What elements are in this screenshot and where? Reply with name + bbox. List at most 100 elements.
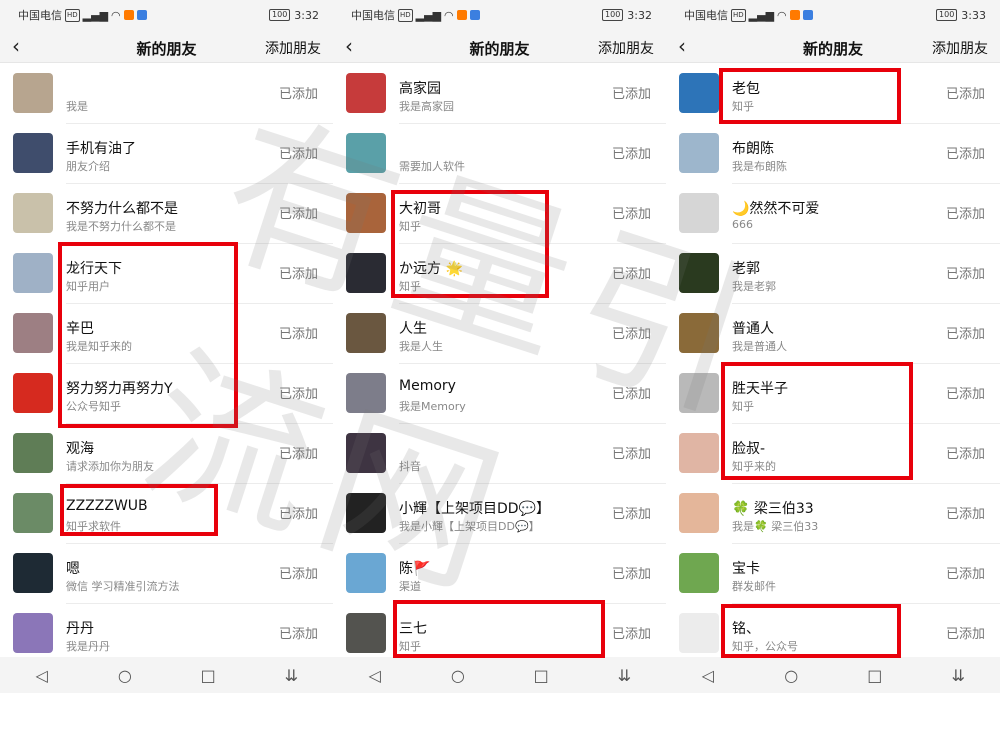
nav-recent-icon[interactable]: □ <box>860 666 890 685</box>
wifi-icon: ◠ <box>777 8 787 22</box>
friend-row[interactable]: 三七 知乎 已添加 <box>333 603 666 664</box>
added-status: 已添加 <box>278 386 318 402</box>
friend-name: 老郭 <box>732 260 760 277</box>
friend-row[interactable]: 高家园 我是高家园 已添加 <box>333 63 666 124</box>
added-status: 已添加 <box>611 86 651 102</box>
avatar <box>346 433 386 473</box>
friend-row[interactable]: 🍀 梁三伯33 我是🍀 梁三伯33 已添加 <box>666 483 1000 544</box>
added-status: 已添加 <box>278 266 318 282</box>
friend-row[interactable]: 陈🚩 渠道 已添加 <box>333 543 666 604</box>
nav-menu-icon[interactable]: ⇊ <box>276 666 306 685</box>
nav-back-icon[interactable]: ◁ <box>360 666 390 685</box>
friend-row[interactable]: 人生 我是人生 已添加 <box>333 303 666 364</box>
friend-row[interactable]: Memory 我是Memory 已添加 <box>333 363 666 424</box>
avatar <box>13 553 53 593</box>
friend-row[interactable]: 老郭 我是老郭 已添加 <box>666 243 1000 304</box>
avatar <box>346 493 386 533</box>
status-bar: 中国电信 HD ▂▄▆ ◠ 100 3:32 <box>0 0 333 30</box>
friend-row[interactable]: 丹丹 我是丹丹 已添加 <box>0 603 333 664</box>
friend-list: 高家园 我是高家园 已添加 需要加人软件 已添加 大初哥 知乎 已添加 か远方 🌟 知乎 已添… <box>333 63 666 664</box>
friend-message: 公众号知乎 <box>66 399 121 413</box>
friend-name: 铭、 <box>732 620 760 637</box>
friend-message: 群发邮件 <box>732 579 776 593</box>
android-nav-bar: ◁ ○ □ ⇊ <box>333 657 666 693</box>
nav-home-icon[interactable]: ○ <box>776 666 806 685</box>
nav-menu-icon[interactable]: ⇊ <box>609 666 639 685</box>
phone-screen-3: 中国电信 HD ▂▄▆ ◠ 100 3:33 ‹ 新的朋友 添加朋友 老包 知乎已… <box>666 0 1000 693</box>
friend-name: 大初哥 <box>399 200 441 217</box>
nav-recent-icon[interactable]: □ <box>193 666 223 685</box>
added-status: 已添加 <box>945 206 985 222</box>
status-bar: 中国电信 HD ▂▄▆ ◠ 100 3:33 <box>666 0 1000 30</box>
friend-row[interactable]: 努力努力再努力Y 公众号知乎 已添加 <box>0 363 333 424</box>
avatar <box>13 253 53 293</box>
avatar <box>346 373 386 413</box>
friend-message: 我是丹丹 <box>66 639 110 653</box>
app-notification-icon <box>789 10 800 20</box>
friend-row[interactable]: 不努力什么都不是 我是不努力什么都不是 已添加 <box>0 183 333 244</box>
friend-row[interactable]: 观海 请求添加你为朋友 已添加 <box>0 423 333 484</box>
add-friend-button[interactable]: 添加朋友 <box>598 38 654 58</box>
added-status: 已添加 <box>945 146 985 162</box>
added-status: 已添加 <box>611 326 651 342</box>
friend-message: 我是小輝【上架项目DD💬】 <box>399 519 540 533</box>
friend-message: 微信 学习精准引流方法 <box>66 579 180 593</box>
friend-row[interactable]: 龙行天下 知乎用户 已添加 <box>0 243 333 304</box>
friend-message: 我是人生 <box>399 339 443 353</box>
nav-back-icon[interactable]: ◁ <box>27 666 57 685</box>
android-nav-bar: ◁ ○ □ ⇊ <box>666 657 1000 693</box>
friend-row[interactable]: 辛巴 我是知乎来的 已添加 <box>0 303 333 364</box>
friend-message: 知乎求软件 <box>66 519 121 533</box>
friend-message: 需要加人软件 <box>399 159 465 173</box>
nav-home-icon[interactable]: ○ <box>443 666 473 685</box>
friend-row[interactable]: 布朗陈 我是布朗陈 已添加 <box>666 123 1000 184</box>
friend-row[interactable]: 嗯微信 学习精准引流方法 已添加 <box>0 543 333 604</box>
carrier-label: 中国电信 <box>351 9 395 22</box>
friend-row[interactable]: 我是 已添加 <box>0 63 333 124</box>
friend-message: 请求添加你为朋友 <box>66 459 154 473</box>
friend-row[interactable]: 手机有油了 朋友介绍 已添加 <box>0 123 333 184</box>
friend-row[interactable]: 铭、 知乎，公众号 已添加 <box>666 603 1000 664</box>
hd-icon: HD <box>65 8 80 22</box>
cloud-notification-icon <box>469 10 480 20</box>
friend-name: 小輝【上架项目DD💬】 <box>399 500 550 517</box>
friend-message: 知乎 <box>399 639 421 653</box>
add-friend-button[interactable]: 添加朋友 <box>932 38 988 58</box>
friend-row[interactable]: 普通人 我是普通人 已添加 <box>666 303 1000 364</box>
nav-home-icon[interactable]: ○ <box>110 666 140 685</box>
android-nav-bar: ◁ ○ □ ⇊ <box>0 657 333 693</box>
friend-row[interactable]: 抖音 已添加 <box>333 423 666 484</box>
friend-row[interactable]: 🌙然然不可爱 666 已添加 <box>666 183 1000 244</box>
friend-message: 知乎 <box>732 99 754 113</box>
avatar <box>679 553 719 593</box>
friend-row[interactable]: 大初哥 知乎 已添加 <box>333 183 666 244</box>
hd-icon: HD <box>731 8 746 22</box>
friend-name: 脸叔- <box>732 440 766 457</box>
friend-row[interactable]: 脸叔- 知乎来的 已添加 <box>666 423 1000 484</box>
friend-row[interactable]: 小輝【上架项目DD💬】 我是小輝【上架项目DD💬】 已添加 <box>333 483 666 544</box>
wifi-icon: ◠ <box>111 8 121 22</box>
nav-menu-icon[interactable]: ⇊ <box>943 666 973 685</box>
signal-icon: ▂▄▆ <box>748 8 775 22</box>
friend-name: Memory <box>399 377 456 394</box>
friend-message: 我是知乎来的 <box>66 339 132 353</box>
added-status: 已添加 <box>945 446 985 462</box>
phone-screen-1: 中国电信 HD ▂▄▆ ◠ 100 3:32 ‹ 新的朋友 添加朋友 我是 已添加… <box>0 0 333 693</box>
friend-row[interactable]: ZZZZZWUB 知乎求软件 已添加 <box>0 483 333 544</box>
avatar <box>679 433 719 473</box>
battery-icon: 100 <box>602 9 624 21</box>
triple-screenshot: 中国电信 HD ▂▄▆ ◠ 100 3:32 ‹ 新的朋友 添加朋友 我是 已添加… <box>0 0 1000 693</box>
avatar <box>679 133 719 173</box>
friend-row[interactable]: 胜天半子 知乎 已添加 <box>666 363 1000 424</box>
friend-row[interactable]: 宝卡 群发邮件 已添加 <box>666 543 1000 604</box>
added-status: 已添加 <box>611 566 651 582</box>
friend-row[interactable]: か远方 🌟 知乎 已添加 <box>333 243 666 304</box>
nav-back-icon[interactable]: ◁ <box>693 666 723 685</box>
add-friend-button[interactable]: 添加朋友 <box>265 38 321 58</box>
friend-name: 丹丹 <box>66 620 94 637</box>
nav-recent-icon[interactable]: □ <box>526 666 556 685</box>
carrier-label: 中国电信 <box>18 9 62 22</box>
friend-row[interactable]: 老包 知乎 已添加 <box>666 63 1000 124</box>
friend-message: 朋友介绍 <box>66 159 110 173</box>
friend-row[interactable]: 需要加人软件 已添加 <box>333 123 666 184</box>
